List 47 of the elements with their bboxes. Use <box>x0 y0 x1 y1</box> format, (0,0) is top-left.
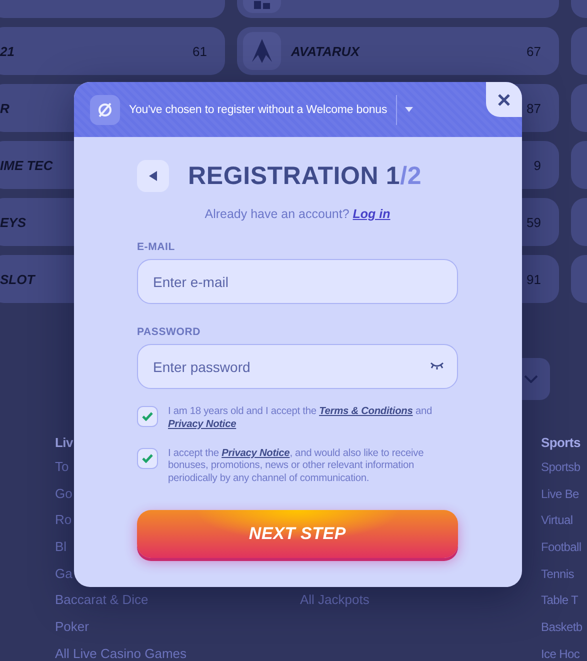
footer-link[interactable]: Poker <box>55 614 89 641</box>
consent-text: I am 18 years old and I accept the Terms & Conditions and Privacy Notice <box>168 406 434 432</box>
footer-link[interactable]: Bl <box>55 534 67 561</box>
footer-link[interactable]: Football <box>541 534 582 561</box>
footer-link[interactable]: Baccarat & Dice <box>55 587 148 614</box>
registration-title: REGISTRATION 1/2 <box>188 162 422 190</box>
game-count: 9 <box>534 158 541 172</box>
footer-link[interactable]: Ro <box>55 507 72 534</box>
provider-name: R <box>0 100 10 116</box>
policy-link[interactable]: Privacy Notice <box>168 418 236 430</box>
game-count: 91 <box>526 272 541 286</box>
footer-link[interactable]: Ice Hoc <box>541 640 580 661</box>
footer-link[interactable]: Virtual <box>541 507 573 534</box>
next-step-button[interactable]: NEXT STEP <box>137 510 458 558</box>
login-prompt: Already have an account? <box>204 207 350 221</box>
footer-link[interactable]: Tennis <box>541 560 574 588</box>
game-count: 61 <box>192 44 207 58</box>
footer-heading: Liv <box>55 434 73 452</box>
login-link[interactable]: Log in <box>352 207 390 221</box>
bonus-notice: You've chosen to register without a Welcome bonus <box>129 104 388 116</box>
provider-name: 21 <box>0 44 14 58</box>
password-field[interactable]: Enter password <box>137 344 458 389</box>
footer-link[interactable]: Table T <box>541 587 578 614</box>
field-label: PASSWORD <box>137 326 202 338</box>
footer-link[interactable]: Go <box>55 480 72 508</box>
provider-card[interactable]: 21 61 <box>0 27 225 75</box>
provider-name: IME TEC <box>0 158 53 172</box>
consent-text: I accept the Privacy Notice, and would also like to receive bonuses, promotions, news or other relevant information periodically by any channel of communication. <box>168 448 425 486</box>
footer-link[interactable]: Ga <box>55 560 72 588</box>
footer-heading: Sports <box>541 434 580 452</box>
game-count: 87 <box>526 100 541 116</box>
footer-link[interactable]: To <box>55 454 69 481</box>
footer-link[interactable]: Sportsb <box>541 454 580 481</box>
field-label: E-MAIL <box>137 241 176 253</box>
game-count: 59 <box>526 214 541 230</box>
provider-card[interactable]: AVATARUX 67 <box>237 27 559 75</box>
game-count: 67 <box>526 44 541 58</box>
provider-name: SLOT <box>0 272 35 286</box>
email-field[interactable]: Enter e-mail <box>137 259 458 304</box>
footer-link[interactable]: Live Be <box>541 480 579 508</box>
provider-name: AVATARUX <box>291 44 360 58</box>
policy-link[interactable]: Terms & Conditions <box>319 406 413 417</box>
provider-name: EYS <box>0 214 26 230</box>
footer-link[interactable]: All Jackpots <box>300 587 370 614</box>
footer-link[interactable]: All Live Casino Games <box>55 640 186 661</box>
policy-link[interactable]: Privacy Notice <box>222 448 290 459</box>
footer-link[interactable]: Basketb <box>541 614 582 641</box>
